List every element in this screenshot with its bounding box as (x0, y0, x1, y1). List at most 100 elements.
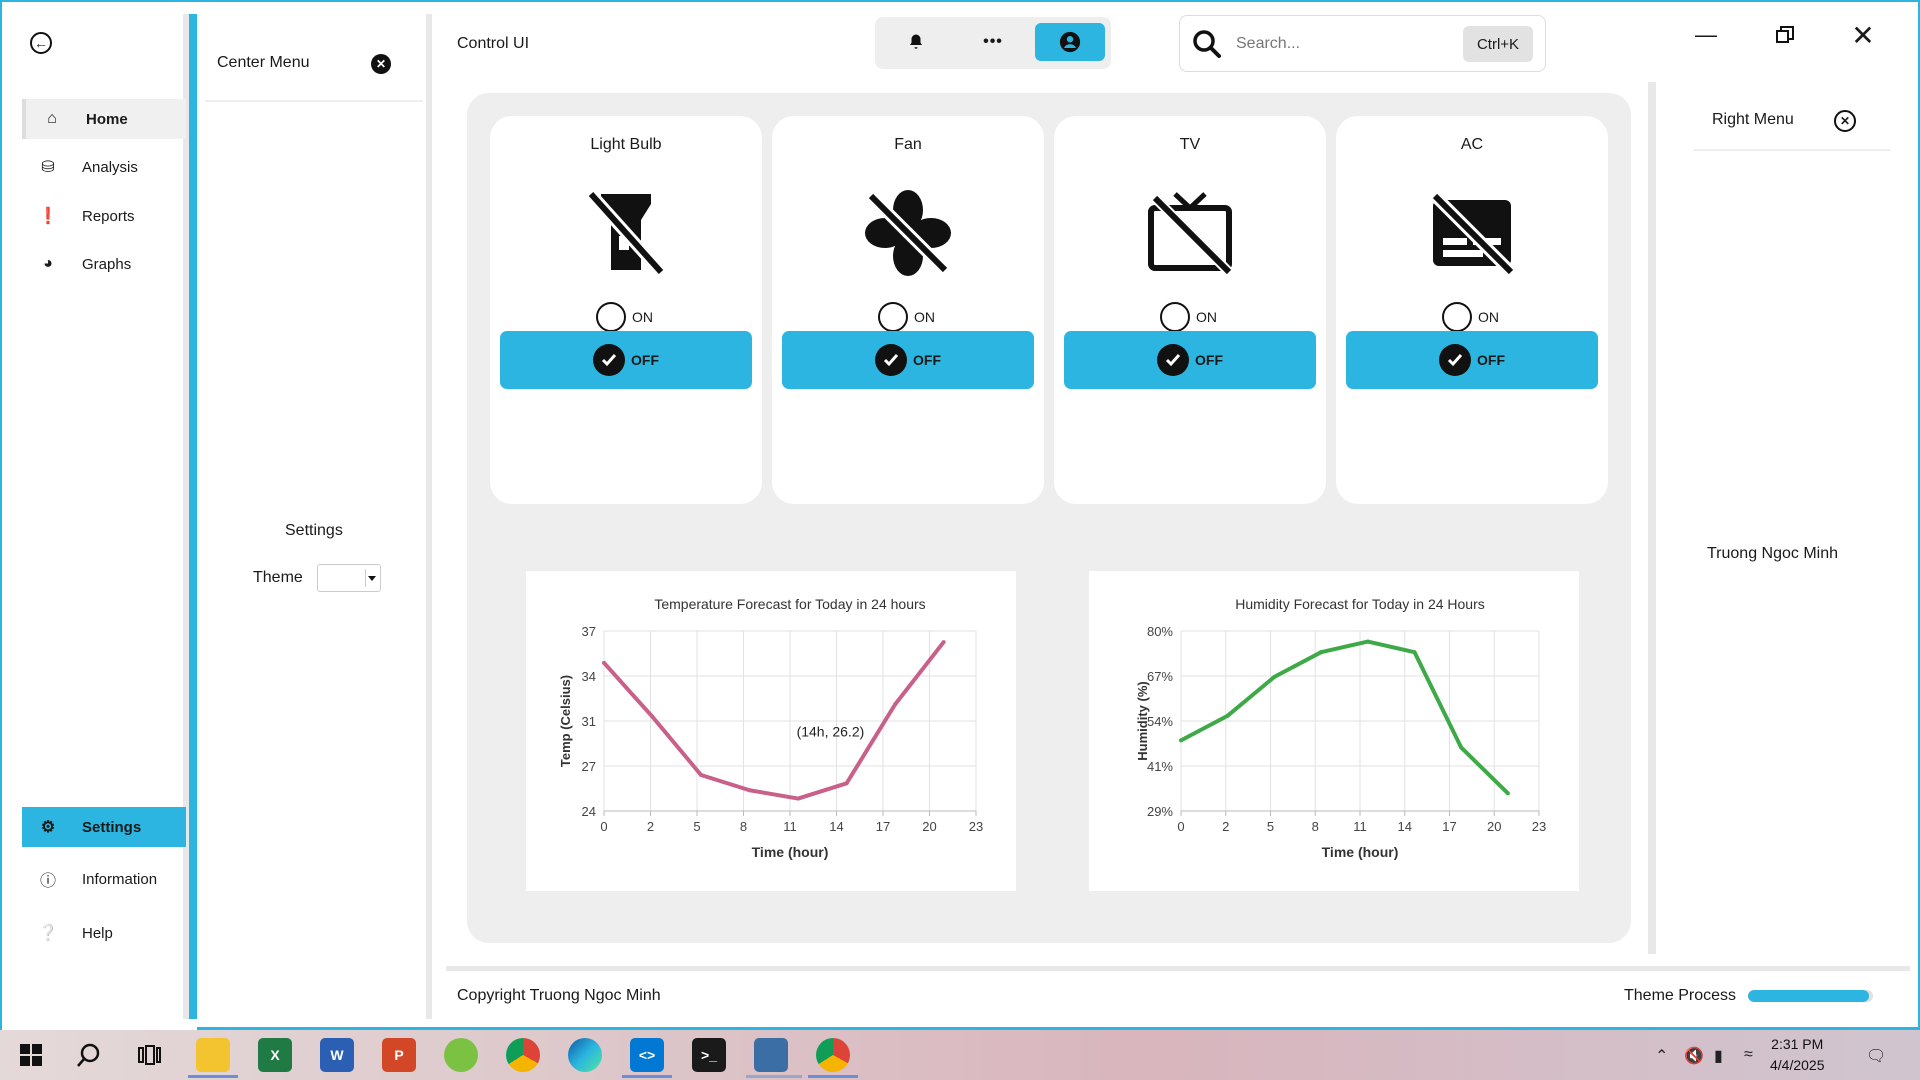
notifications-button[interactable] (881, 23, 951, 61)
center-menu-right-divider (426, 14, 432, 1019)
on-radio[interactable]: ON (878, 302, 935, 332)
gear-icon: ⚙ (40, 819, 56, 836)
app-green-icon[interactable] (444, 1038, 478, 1072)
search-bar[interactable]: Ctrl+K (1179, 15, 1546, 72)
sidebar-item-information[interactable]: ⓘ Information (22, 859, 186, 899)
series-line (1180, 639, 1510, 795)
search-icon[interactable] (72, 1038, 106, 1072)
app-window: ← ⌂ Home ⛁ Analysis ❗ Reports ◕ Graphs ⚙… (0, 0, 1920, 1030)
off-label: OFF (1477, 352, 1505, 368)
data-point (1365, 639, 1370, 644)
y-tick-label: 34 (582, 669, 596, 684)
notification-center-icon[interactable]: 🗨 (1866, 1046, 1886, 1066)
chevron-up-icon[interactable]: ⌃ (1655, 1046, 1668, 1066)
word-icon[interactable]: W (320, 1038, 354, 1072)
taskbar: X W P <> >_ (0, 1030, 1920, 1080)
task-view-icon[interactable] (132, 1038, 166, 1072)
close-icon[interactable]: ✕ (371, 54, 391, 74)
vscode-icon[interactable]: <> (630, 1038, 664, 1072)
x-tick-label: 11 (1353, 819, 1367, 834)
edge-icon[interactable] (568, 1038, 602, 1072)
file-explorer-icon[interactable] (196, 1038, 230, 1072)
search-input[interactable] (1236, 30, 1456, 58)
on-radio[interactable]: ON (596, 302, 653, 332)
check-icon (875, 344, 907, 376)
left-sidebar: ← ⌂ Home ⛁ Analysis ❗ Reports ◕ Graphs ⚙… (2, 2, 197, 1030)
data-point (699, 773, 704, 777)
main-panel: Light Bulb ON OFF Fan ON OFF TV ON OFF A… (467, 93, 1631, 943)
check-icon (593, 344, 625, 376)
user-icon (1059, 31, 1081, 53)
search-icon (1193, 30, 1221, 58)
off-button[interactable]: OFF (500, 331, 752, 389)
device-card-ac: AC ON OFF (1336, 116, 1608, 504)
on-label: ON (632, 309, 653, 325)
user-profile-button[interactable] (1035, 23, 1105, 61)
sidebar-item-graphs[interactable]: ◕ Graphs (22, 244, 186, 284)
chrome-profile-icon[interactable] (816, 1038, 850, 1072)
fan-off-icon (865, 190, 951, 276)
close-window-button[interactable]: ✕ (1843, 19, 1883, 51)
more-button[interactable]: ••• (958, 23, 1028, 61)
y-tick-label: 80% (1147, 624, 1173, 639)
x-tick-label: 0 (1177, 819, 1184, 834)
theme-select[interactable] (317, 564, 381, 592)
sidebar-item-home[interactable]: ⌂ Home (22, 99, 186, 139)
y-tick-label: 31 (582, 714, 596, 729)
excel-icon[interactable]: X (258, 1038, 292, 1072)
on-radio[interactable]: ON (1442, 302, 1499, 332)
theme-process-fill (1748, 990, 1870, 1002)
series-line (602, 640, 946, 801)
info-icon: ⓘ (39, 873, 56, 890)
speaker-muted-icon[interactable]: 🔇 (1684, 1046, 1704, 1066)
wifi-icon[interactable]: ≈ (1744, 1046, 1753, 1064)
back-arrow-icon[interactable]: ← (30, 32, 52, 54)
x-tick-label: 11 (783, 819, 797, 834)
x-tick-label: 0 (600, 819, 607, 834)
footer-divider (446, 966, 1910, 971)
pie-chart-icon: ◕ (43, 255, 53, 272)
terminal-icon[interactable]: >_ (692, 1038, 726, 1072)
battery-icon[interactable]: ▮ (1714, 1046, 1723, 1066)
close-icon: ✕ (1851, 19, 1875, 51)
data-point (1505, 791, 1510, 796)
device-name: Light Bulb (590, 136, 662, 153)
off-button[interactable]: OFF (1346, 331, 1598, 389)
python-app-icon[interactable] (754, 1038, 788, 1072)
off-button[interactable]: OFF (1064, 331, 1316, 389)
data-point (1272, 674, 1277, 679)
sidebar-item-settings[interactable]: ⚙ Settings (22, 807, 186, 847)
chrome-icon[interactable] (506, 1038, 540, 1072)
temperature-chart: Temperature Forecast for Today in 24 hou… (526, 571, 1016, 891)
sidebar-item-label: Graphs (82, 255, 132, 273)
data-point (602, 660, 606, 665)
sidebar-item-analysis[interactable]: ⛁ Analysis (22, 147, 186, 187)
x-tick-label: 14 (1398, 819, 1412, 834)
x-tick-label: 20 (1487, 819, 1501, 834)
sidebar-item-reports[interactable]: ❗ Reports (22, 196, 186, 236)
on-radio[interactable]: ON (1160, 302, 1217, 332)
help-icon: ❔ (38, 925, 58, 942)
theme-process-label: Theme Process (1624, 987, 1737, 1004)
right-menu-title: Right Menu (1712, 111, 1794, 128)
windows-start-icon[interactable] (14, 1038, 48, 1072)
clock-time: 2:31 PM (1771, 1036, 1824, 1052)
sidebar-item-label: Home (86, 110, 128, 128)
chart-title: Temperature Forecast for Today in 24 hou… (654, 596, 925, 612)
top-action-group: ••• (875, 17, 1111, 69)
off-button[interactable]: OFF (782, 331, 1034, 389)
more-dots-icon: ••• (983, 33, 1003, 50)
close-icon[interactable]: ✕ (1834, 110, 1856, 132)
sidebar-item-label: Information (82, 870, 158, 888)
taskbar-active-indicator (808, 1075, 858, 1078)
data-annotation: (14h, 26.2) (797, 724, 865, 740)
on-label: ON (1478, 309, 1499, 325)
sidebar-item-help[interactable]: ❔ Help (22, 913, 186, 953)
powerpoint-icon[interactable]: P (382, 1038, 416, 1072)
minimize-button[interactable]: — (1686, 20, 1726, 50)
database-icon: ⛁ (41, 159, 55, 176)
data-point (844, 781, 849, 786)
taskbar-clock[interactable]: 2:31 PM 4/4/2025 (1770, 1034, 1825, 1076)
sidebar-accent-bar (189, 14, 197, 1019)
restore-button[interactable] (1765, 20, 1805, 50)
